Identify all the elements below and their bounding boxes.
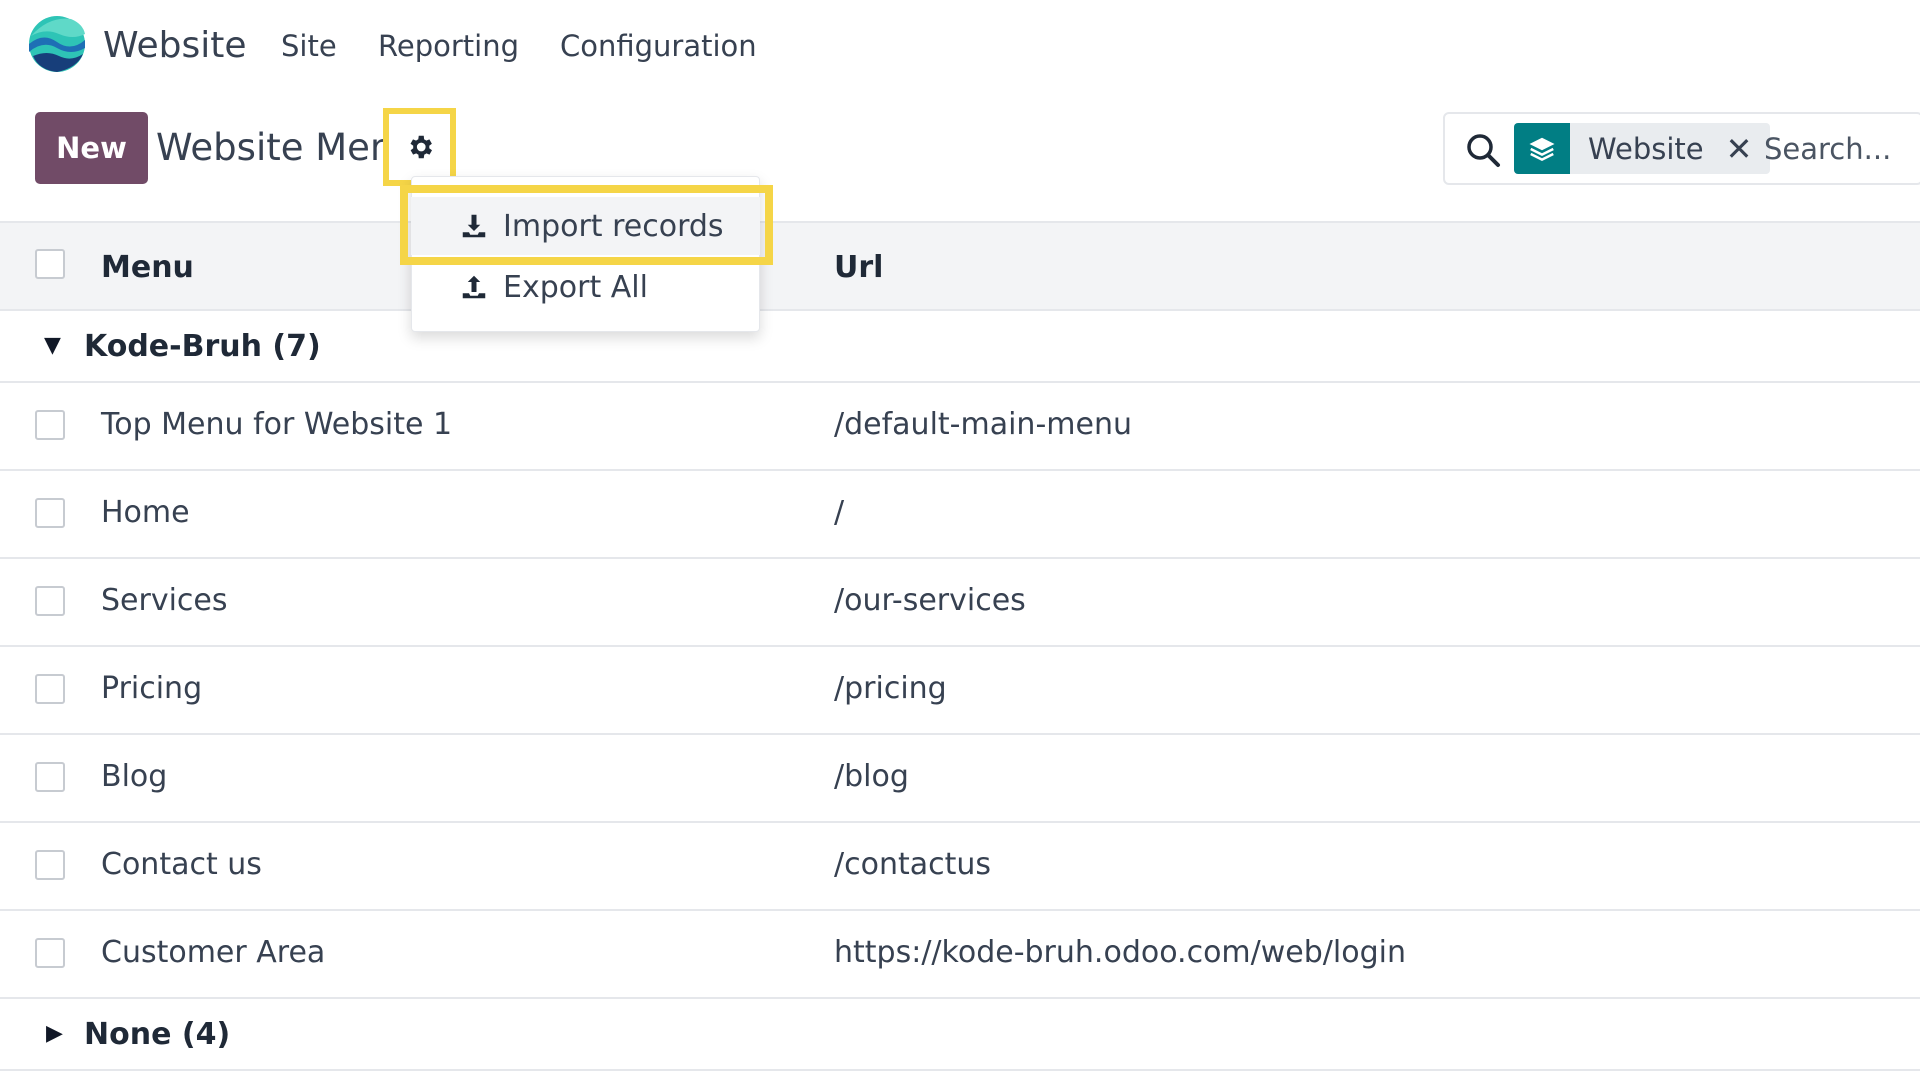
group-label: None (4) [84,1017,231,1052]
search-facet-website: Website ✕ [1514,123,1771,174]
cell-menu: Contact us [101,847,262,882]
search-input[interactable] [1764,124,1914,174]
row-checkbox[interactable] [35,938,65,968]
table-row[interactable]: Pricing /pricing [0,647,1920,735]
table-row[interactable]: Blog /blog [0,735,1920,823]
cell-url: /our-services [834,583,1026,618]
top-navbar: Website Site Reporting Configuration [0,0,1920,90]
facet-body: Website ✕ [1570,123,1771,174]
facet-close-icon[interactable]: ✕ [1726,130,1753,168]
export-all-menu-item[interactable]: Export All [411,258,760,316]
table-row[interactable]: Customer Area https://kode-bruh.odoo.com… [0,911,1920,999]
select-all-checkbox[interactable] [35,249,65,279]
cell-menu: Blog [101,759,168,794]
layers-icon [1514,123,1570,174]
row-checkbox[interactable] [35,498,65,528]
import-records-label: Import records [503,208,724,244]
caret-right-icon: ▶ [46,1021,63,1046]
group-row-none[interactable]: ▶ None (4) [0,999,1920,1071]
column-header-menu[interactable]: Menu [101,248,194,288]
nav-item-configuration[interactable]: Configuration [560,26,757,66]
cell-menu: Home [101,495,190,530]
download-icon [462,214,486,238]
cell-menu: Services [101,583,228,618]
gear-icon [410,135,432,159]
app-name[interactable]: Website [103,22,247,70]
new-button[interactable]: New [35,112,148,184]
facet-label: Website [1588,131,1704,166]
row-checkbox[interactable] [35,762,65,792]
row-checkbox[interactable] [35,586,65,616]
website-app-logo-icon[interactable] [27,14,87,74]
column-header-url[interactable]: Url [834,248,883,288]
table-header-row [0,223,1920,311]
cell-url: /pricing [834,671,947,706]
cell-url: /default-main-menu [834,407,1132,442]
gear-highlight-frame [383,108,456,186]
group-row-kode-bruh[interactable]: ▼ Kode-Bruh (7) [0,313,1920,383]
row-checkbox[interactable] [35,850,65,880]
import-records-menu-item[interactable]: Import records [411,197,760,255]
nav-item-site[interactable]: Site [281,26,337,66]
caret-down-icon: ▼ [44,333,61,358]
cell-url: https://kode-bruh.odoo.com/web/login [834,935,1406,970]
row-checkbox[interactable] [35,674,65,704]
actions-gear-button[interactable] [389,114,450,180]
cell-menu: Pricing [101,671,203,706]
cell-menu: Customer Area [101,935,326,970]
cell-menu: Top Menu for Website 1 [101,407,453,442]
cell-url: /contactus [834,847,992,882]
upload-icon [462,275,486,299]
table-row[interactable]: Services /our-services [0,559,1920,647]
cell-url: /blog [834,759,909,794]
export-all-label: Export All [503,269,648,305]
table-row[interactable]: Top Menu for Website 1 /default-main-men… [0,383,1920,471]
group-label: Kode-Bruh (7) [84,329,321,364]
nav-item-reporting[interactable]: Reporting [378,26,519,66]
cell-url: / [834,495,845,530]
table-row[interactable]: Home / [0,471,1920,559]
search-icon[interactable] [1463,130,1503,170]
row-checkbox[interactable] [35,410,65,440]
table-row[interactable]: Contact us /contactus [0,823,1920,911]
page-title: Website Menu [156,126,388,169]
